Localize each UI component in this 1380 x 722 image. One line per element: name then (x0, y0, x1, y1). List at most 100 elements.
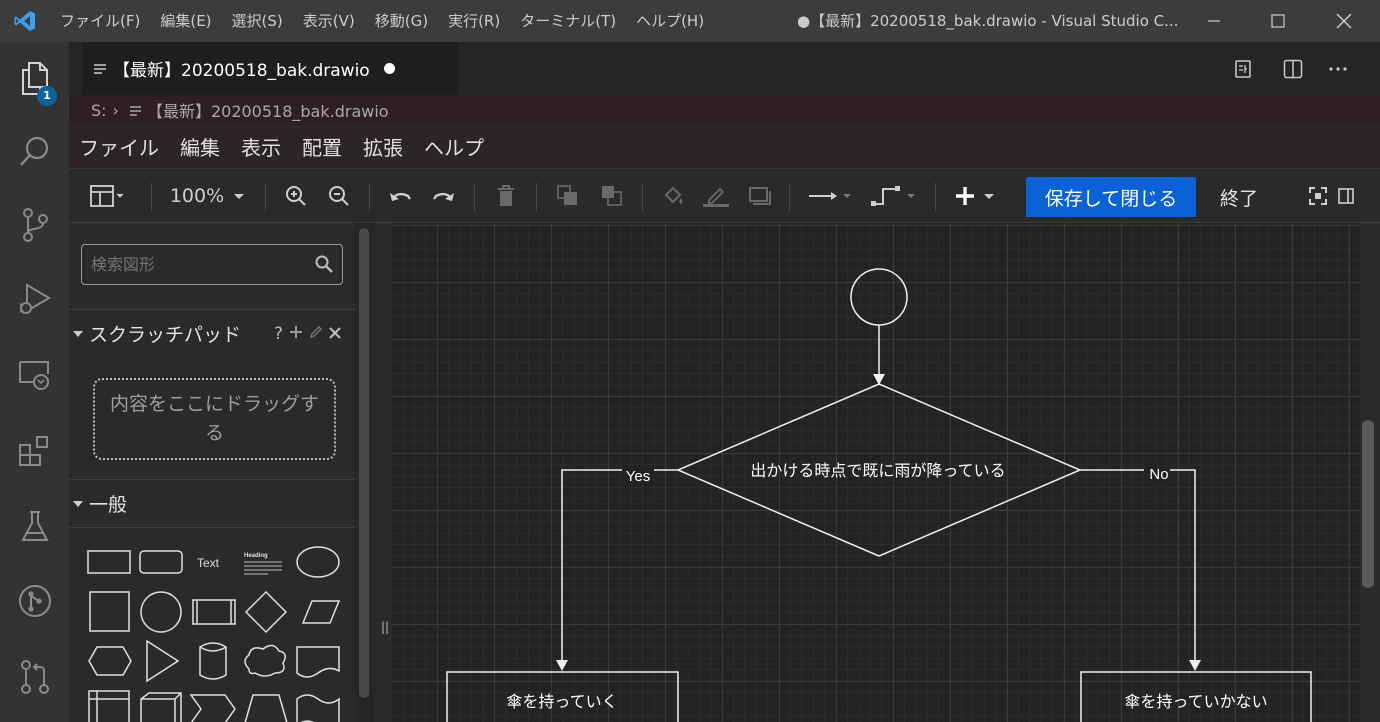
tape-shape[interactable] (296, 694, 340, 722)
to-back-icon[interactable] (595, 169, 629, 223)
title-bar: ファイル(F) 編集(E) 選択(S) 表示(V) 移動(G) 実行(R) ター… (0, 0, 1380, 42)
sidebar-scrollbar-thumb[interactable] (359, 228, 369, 698)
parallelogram-shape[interactable] (301, 600, 341, 624)
split-editor-icon[interactable] (1270, 42, 1316, 95)
internal-storage-shape[interactable] (88, 690, 130, 722)
cube-shape[interactable] (140, 692, 182, 722)
save-and-close-button[interactable]: 保存して閉じる (1026, 177, 1196, 217)
menu-go[interactable]: 移動(G) (365, 0, 438, 42)
triangle-shape[interactable] (146, 639, 180, 683)
menu-edit[interactable]: 編集(E) (150, 0, 221, 42)
source-control-icon[interactable] (0, 194, 69, 256)
square-shape[interactable] (89, 591, 130, 632)
drawio-menubar: ファイル 編集 表示 配置 拡張 ヘルプ (69, 125, 1380, 169)
menu-help[interactable]: ヘルプ(H) (626, 0, 714, 42)
no-edge[interactable] (1080, 469, 1196, 665)
delete-icon[interactable] (489, 169, 523, 223)
more-actions-icon[interactable] (1315, 42, 1361, 95)
menu-selection[interactable]: 選択(S) (222, 0, 293, 42)
remote-explorer-icon[interactable] (0, 344, 69, 406)
tab-drawio-file[interactable]: 【最新】20200518_bak.drawio (83, 42, 459, 95)
zoom-value: 100% (169, 185, 225, 207)
maximize-button[interactable] (1245, 0, 1311, 42)
extensions-icon[interactable] (0, 420, 69, 482)
explorer-icon[interactable]: 1 (0, 48, 69, 110)
gitlens-icon[interactable] (0, 570, 69, 632)
to-front-icon[interactable] (551, 169, 585, 223)
diamond-shape[interactable] (244, 590, 288, 634)
circle-shape[interactable] (140, 591, 182, 633)
scratchpad-dropzone[interactable]: 内容をここにドラッグする (93, 378, 336, 460)
minimize-button[interactable] (1181, 0, 1247, 42)
search-icon[interactable] (0, 120, 69, 182)
menu-run[interactable]: 実行(R) (438, 0, 510, 42)
drawio-menu-file[interactable]: ファイル (79, 132, 159, 161)
connection-style-icon[interactable] (803, 169, 857, 223)
sidebar-splitter[interactable] (375, 223, 392, 722)
run-debug-icon[interactable] (0, 268, 69, 330)
arrow-heads (556, 374, 1201, 671)
pencil-icon[interactable] (309, 324, 323, 344)
file-lines-icon (94, 63, 106, 74)
drawio-menu-extras[interactable]: 拡張 (363, 132, 403, 161)
collapse-caret-icon (73, 330, 83, 337)
search-icon[interactable] (315, 255, 333, 273)
format-panel-toggle-icon[interactable] (1333, 169, 1359, 223)
line-color-icon[interactable] (699, 169, 733, 223)
hexagon-shape[interactable] (88, 646, 132, 676)
cloud-shape[interactable] (244, 644, 286, 677)
undo-icon[interactable] (383, 169, 417, 223)
heading-shape[interactable]: Heading (244, 553, 282, 575)
exit-button[interactable]: 終了 (1199, 177, 1279, 217)
view-panels-icon[interactable] (81, 169, 133, 223)
explorer-badge: 1 (37, 86, 57, 106)
rectangle-shape[interactable] (87, 550, 131, 574)
insert-plus-icon[interactable] (949, 169, 1003, 223)
start-node[interactable] (850, 268, 908, 326)
drawio-format-icon[interactable] (1220, 42, 1266, 95)
zoom-out-icon[interactable] (322, 169, 356, 223)
vscode-logo-icon[interactable] (0, 0, 50, 42)
testing-flask-icon[interactable] (0, 496, 69, 558)
menu-view[interactable]: 表示(V) (293, 0, 365, 42)
drawio-menu-arrange[interactable]: 配置 (302, 132, 342, 161)
zoom-dropdown[interactable]: 100% (165, 169, 251, 223)
fill-color-icon[interactable] (657, 169, 691, 223)
zoom-in-icon[interactable] (279, 169, 313, 223)
drawio-menu-edit[interactable]: 編集 (180, 132, 220, 161)
scratchpad-header[interactable]: スクラッチパッド ? (69, 309, 355, 357)
drawio-menu-help[interactable]: ヘルプ (424, 132, 484, 161)
process-shape[interactable] (192, 599, 236, 625)
breadcrumb-file[interactable]: 【最新】20200518_bak.drawio (147, 98, 389, 122)
pull-requests-icon[interactable] (0, 646, 69, 708)
plus-icon[interactable] (289, 324, 303, 344)
tab-label: 【最新】20200518_bak.drawio (113, 61, 370, 81)
shadow-icon[interactable] (743, 169, 777, 223)
menu-file[interactable]: ファイル(F) (50, 0, 150, 42)
unsaved-dot-icon[interactable] (383, 63, 395, 74)
text-shape[interactable]: Text (197, 556, 220, 570)
window-title: ●【最新】20200518_bak.drawio - Visual Studio… (797, 12, 1179, 30)
shape-search-input[interactable] (81, 244, 343, 285)
general-header[interactable]: 一般 (69, 479, 355, 527)
step-shape[interactable] (189, 694, 236, 722)
waypoints-icon[interactable] (867, 169, 921, 223)
redo-icon[interactable] (427, 169, 461, 223)
drawio-menu-view[interactable]: 表示 (241, 132, 281, 161)
cylinder-shape[interactable] (199, 642, 227, 680)
editor-tab-bar: 【最新】20200518_bak.drawio (69, 42, 1380, 95)
trapezoid-shape[interactable] (244, 694, 288, 722)
canvas-scrollbar-thumb[interactable] (1362, 420, 1374, 588)
close-button[interactable] (1311, 0, 1377, 42)
document-shape[interactable] (296, 646, 340, 678)
fullscreen-icon[interactable] (1305, 169, 1331, 223)
ellipse-shape[interactable] (296, 546, 340, 578)
breadcrumb-drive[interactable]: S: (91, 101, 107, 120)
rounded-rectangle-shape[interactable] (139, 550, 183, 574)
general-title: 一般 (89, 494, 128, 516)
close-icon[interactable] (329, 324, 341, 344)
yes-edge[interactable] (561, 469, 678, 665)
splitter-grip-icon[interactable]: || (381, 620, 389, 634)
scratchpad-help-button[interactable]: ? (274, 324, 283, 344)
menu-terminal[interactable]: ターミナル(T) (510, 0, 626, 42)
